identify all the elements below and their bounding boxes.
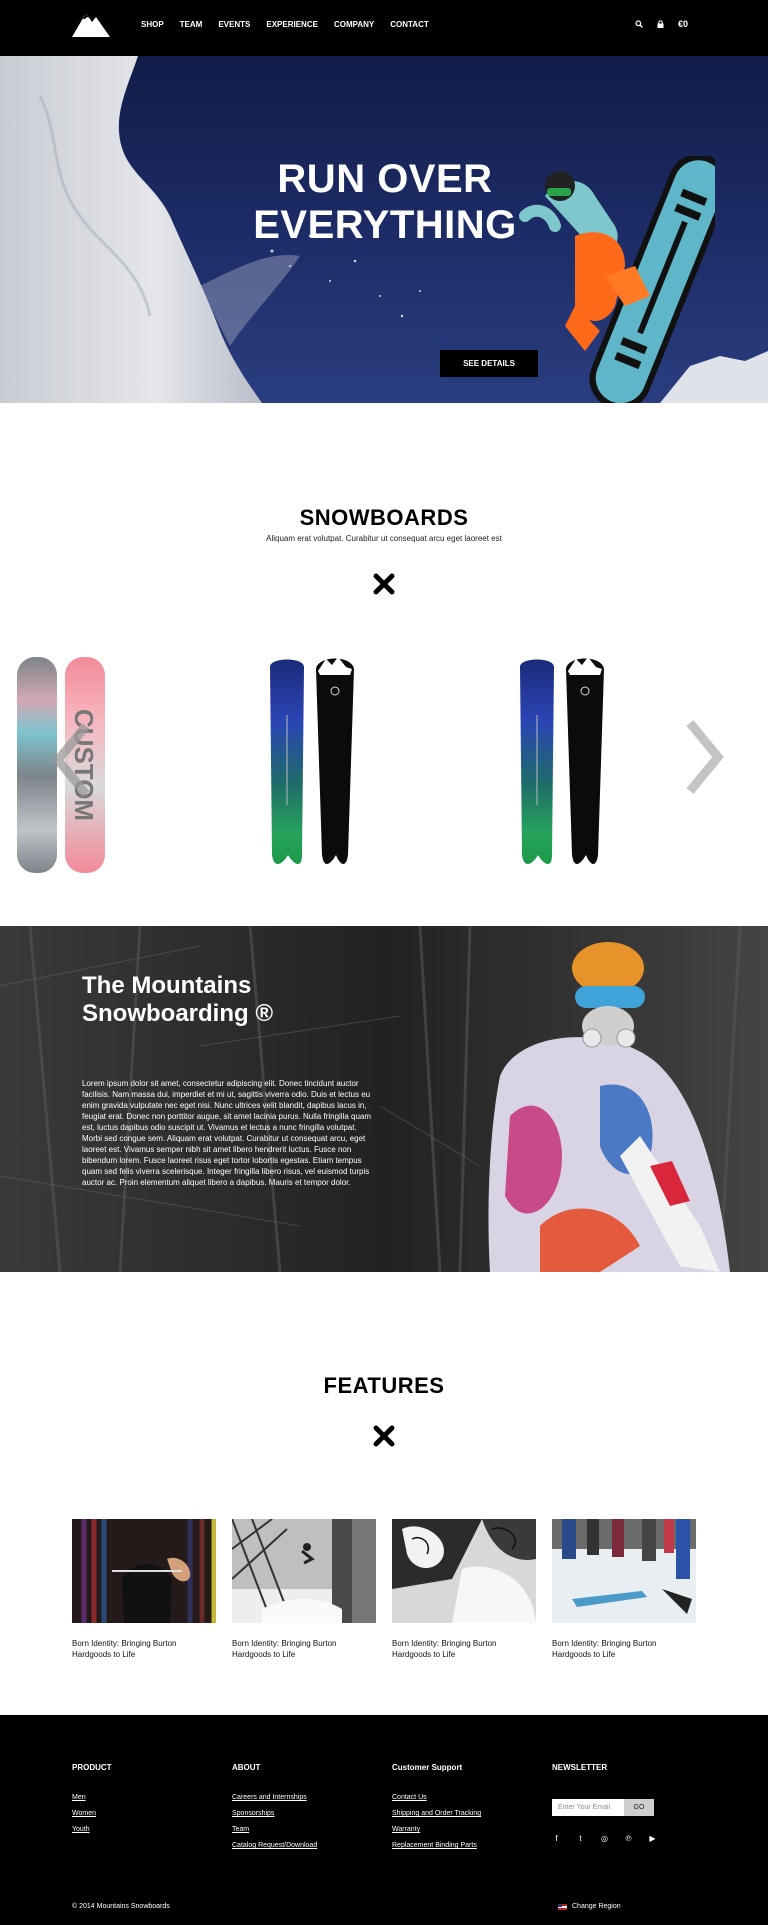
feature-caption[interactable]: Born Identity: Bringing Burton Hardgoods… [72, 1638, 216, 1660]
feature-caption[interactable]: Born Identity: Bringing Burton Hardgoods… [552, 1638, 696, 1660]
carousel-next-arrow[interactable] [680, 717, 726, 797]
footer-link-warranty[interactable]: Warranty [392, 1826, 542, 1833]
footer-link-men[interactable]: Men [72, 1794, 222, 1801]
banner-heading: The Mountains Snowboarding ® [82, 972, 382, 1028]
footer-link-catalog[interactable]: Catalog Request/Download [232, 1842, 382, 1849]
carousel-prev-arrow[interactable] [50, 720, 96, 800]
feature-image-snow-riders[interactable] [552, 1519, 696, 1623]
feature-caption[interactable]: Born Identity: Bringing Burton Hardgoods… [392, 1638, 536, 1660]
footer-support-heading: Customer Support [392, 1763, 463, 1772]
feature-image-graphics[interactable] [392, 1519, 536, 1623]
footer-link-binding-parts[interactable]: Replacement Binding Parts [392, 1842, 542, 1849]
social-links: f t ◎ ℗ ▶ [552, 1834, 657, 1843]
feature-card[interactable]: Born Identity: Bringing Burton Hardgoods… [72, 1519, 217, 1660]
newsletter-email-input[interactable]: Enter Your Email [552, 1799, 624, 1816]
change-region-label[interactable]: Change Region [572, 1903, 621, 1910]
cross-divider-icon [373, 1425, 395, 1447]
banner-heading-line-2: Snowboarding ® [82, 1000, 274, 1027]
cross-divider-icon [373, 573, 395, 595]
banner-heading-line-1: The Mountains [82, 972, 252, 999]
cart-total[interactable]: €0 [678, 19, 688, 29]
footer-link-women[interactable]: Women [72, 1810, 222, 1817]
header-actions: €0 [635, 19, 688, 29]
feature-image-binding[interactable] [72, 1519, 217, 1623]
feature-card[interactable]: Born Identity: Bringing Burton Hardgoods… [231, 1518, 376, 1660]
feature-card[interactable]: Born Identity: Bringing Burton Hardgoods… [392, 1519, 536, 1660]
feature-card[interactable]: Born Identity: Bringing Burton Hardgoods… [552, 1519, 696, 1660]
mountain-logo[interactable] [72, 9, 110, 37]
snowboard-product-3[interactable] [516, 655, 608, 875]
instagram-icon[interactable]: ◎ [600, 1834, 609, 1843]
see-details-button[interactable]: SEE DETAILS [440, 350, 538, 377]
hero-banner: RUN OVER EVERYTHING SEE DETAILS [0, 56, 768, 403]
footer-product-heading: PRODUCT [72, 1763, 112, 1772]
footer-support-column: Customer Support Contact Us Shipping and… [392, 1763, 542, 1858]
footer-about-heading: ABOUT [232, 1763, 261, 1772]
footer-link-team[interactable]: Team [232, 1826, 382, 1833]
us-flag-icon [558, 1903, 567, 1910]
nav-team[interactable]: TEAM [180, 20, 203, 29]
nav-experience[interactable]: EXPERIENCE [266, 20, 318, 29]
banner-body-text: Lorem ipsum dolor sit amet, consectetur … [82, 1079, 372, 1187]
feature-image-bridge[interactable] [231, 1518, 376, 1624]
facebook-icon[interactable]: f [552, 1834, 561, 1843]
page: SHOP TEAM EVENTS EXPERIENCE COMPANY CONT… [0, 0, 768, 1925]
twitter-icon[interactable]: t [576, 1834, 585, 1843]
copyright-text: © 2014 Mountains Snowboards [72, 1903, 170, 1910]
features-title: FEATURES [323, 1373, 445, 1398]
site-header: SHOP TEAM EVENTS EXPERIENCE COMPANY CONT… [0, 0, 768, 56]
footer-about-column: ABOUT Careers and Internships Sponsorshi… [232, 1763, 382, 1858]
nav-contact[interactable]: CONTACT [390, 20, 429, 29]
feature-caption[interactable]: Born Identity: Bringing Burton Hardgoods… [232, 1638, 376, 1660]
footer-link-shipping[interactable]: Shipping and Order Tracking [392, 1810, 542, 1817]
brand-story-banner: The Mountains Snowboarding ® Lorem ipsum… [0, 926, 768, 1272]
footer-link-contact[interactable]: Contact Us [392, 1794, 542, 1801]
search-icon[interactable] [635, 20, 643, 28]
nav-shop[interactable]: SHOP [141, 20, 164, 29]
nav-events[interactable]: EVENTS [218, 20, 250, 29]
nav-company[interactable]: COMPANY [334, 20, 374, 29]
snowboard-product-2[interactable] [266, 655, 358, 875]
pinterest-icon[interactable]: ℗ [624, 1834, 633, 1843]
footer-product-column: PRODUCT Men Women Youth [72, 1763, 222, 1842]
footer-link-sponsorships[interactable]: Sponsorships [232, 1810, 382, 1817]
lock-icon[interactable] [657, 20, 664, 28]
newsletter-submit-button[interactable]: GO [624, 1799, 654, 1816]
footer-link-youth[interactable]: Youth [72, 1826, 222, 1833]
site-footer: PRODUCT Men Women Youth ABOUT Careers an… [0, 1715, 768, 1925]
footer-newsletter-heading: NEWSLETTER [552, 1763, 608, 1772]
youtube-icon[interactable]: ▶ [648, 1834, 657, 1843]
snowboards-title: SNOWBOARDS [299, 505, 469, 530]
change-region-link[interactable]: Change Region [558, 1903, 621, 1910]
snowboards-subtitle: Aliquam erat volutpat. Curabitur ut cons… [266, 534, 502, 543]
main-nav: SHOP TEAM EVENTS EXPERIENCE COMPANY CONT… [141, 20, 445, 29]
footer-newsletter-column: NEWSLETTER [552, 1763, 702, 1794]
footer-link-careers[interactable]: Careers and Internships [232, 1794, 382, 1801]
